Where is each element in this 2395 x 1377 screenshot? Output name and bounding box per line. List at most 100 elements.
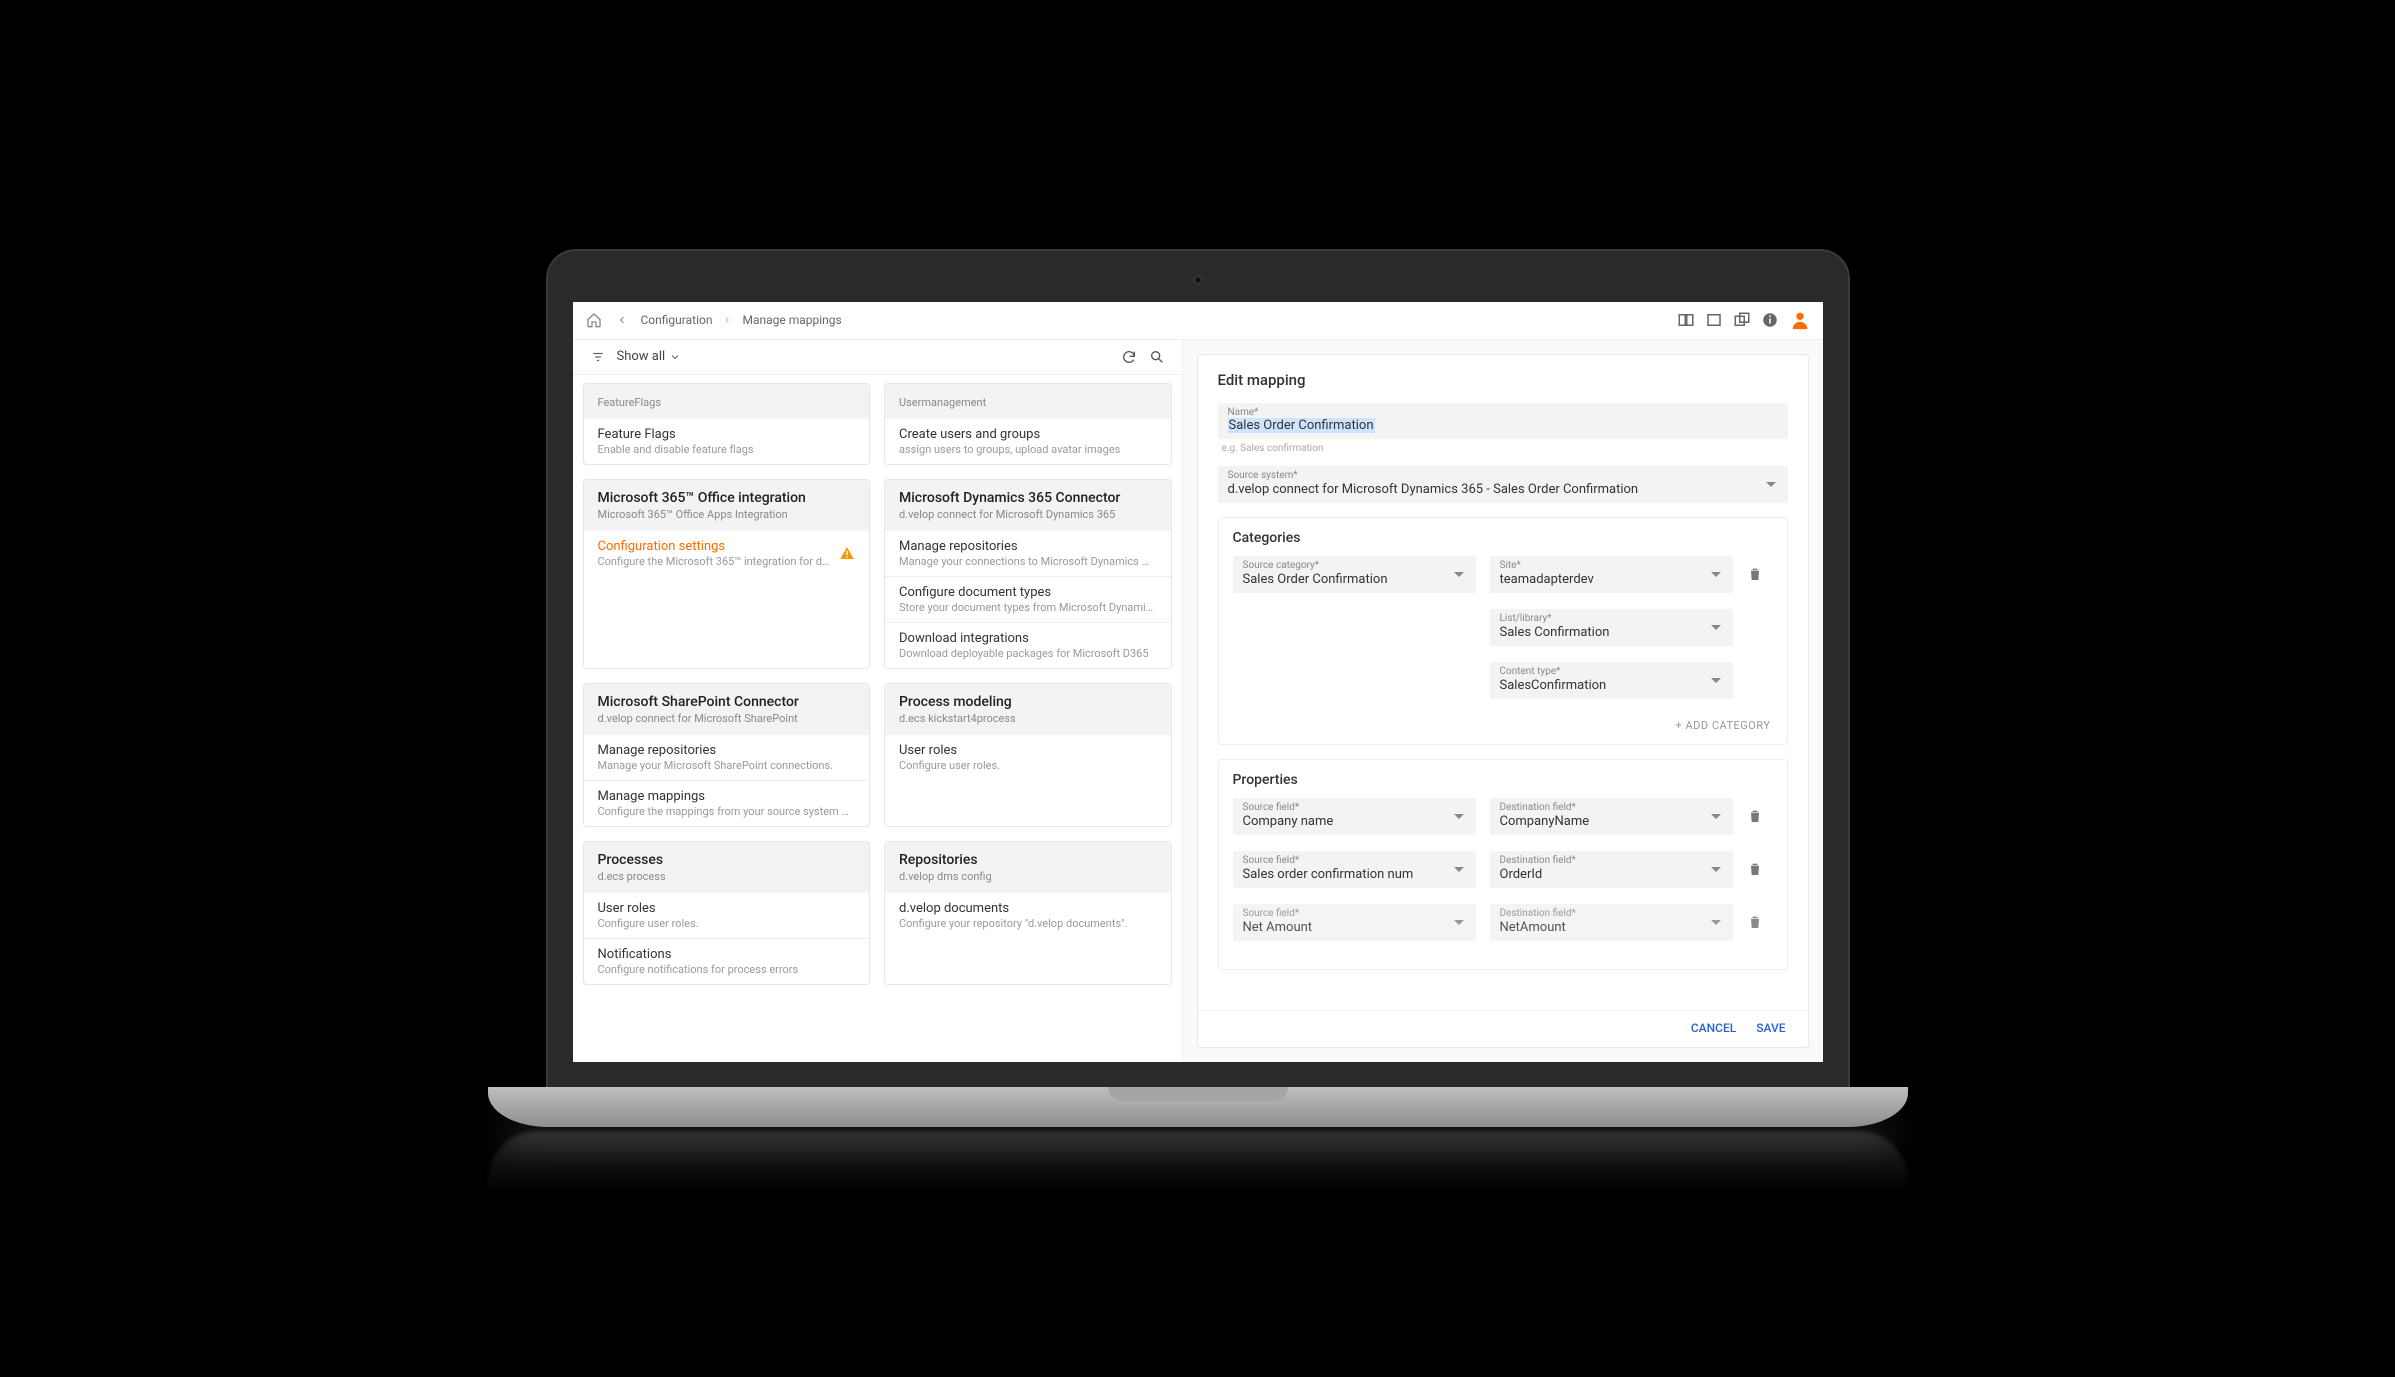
add-category-button[interactable]: + ADD CATEGORY: [1233, 715, 1773, 732]
delete-property-button[interactable]: [1747, 808, 1773, 824]
home-icon[interactable]: [585, 311, 603, 329]
properties-section: Properties Source field* Company name De…: [1218, 759, 1788, 970]
delete-property-button[interactable]: [1747, 861, 1773, 877]
card-repositories: Repositories d.velop dms config d.velop …: [884, 841, 1172, 985]
item-title: Manage repositories: [598, 743, 856, 758]
field-value: teamadapterdev: [1500, 572, 1723, 587]
source-field-1[interactable]: Source field* Sales order confirmation n…: [1233, 851, 1476, 888]
item-feature-flags[interactable]: Feature Flags Enable and disable feature…: [584, 419, 870, 464]
source-system-field[interactable]: Source system* d.velop connect for Micro…: [1218, 466, 1788, 503]
field-value: Company name: [1243, 814, 1466, 829]
chevron-down-icon: [669, 351, 681, 363]
card-subtitle: Microsoft 365™ Office Apps Integration: [598, 508, 856, 521]
card-subtitle: d.velop connect for Microsoft SharePoint: [598, 712, 856, 725]
refresh-icon[interactable]: [1120, 348, 1138, 366]
card-sharepoint: Microsoft SharePoint Connector d.velop c…: [583, 683, 871, 827]
item-manage-repositories-sp[interactable]: Manage repositories Manage your Microsof…: [584, 735, 870, 780]
card-subtitle: FeatureFlags: [598, 396, 856, 409]
card-title: Repositories: [899, 852, 1157, 868]
item-configuration-settings[interactable]: Configuration settings Configure the Mic…: [584, 531, 870, 576]
item-title: Notifications: [598, 947, 856, 962]
card-title: Processes: [598, 852, 856, 868]
item-user-roles-pm[interactable]: User roles Configure user roles.: [885, 735, 1171, 780]
destination-field-0[interactable]: Destination field* CompanyName: [1490, 798, 1733, 835]
destination-field-2[interactable]: Destination field* NetAmount: [1490, 904, 1733, 941]
field-label: Destination field*: [1500, 802, 1723, 813]
item-title: Manage mappings: [598, 789, 856, 804]
panel-title: Edit mapping: [1218, 371, 1788, 389]
filter-dropdown[interactable]: Show all: [617, 349, 682, 364]
info-icon[interactable]: [1761, 311, 1779, 329]
item-subtitle: Manage your connections to Microsoft Dyn…: [899, 555, 1157, 568]
card-title: Process modeling: [899, 694, 1157, 710]
item-notifications[interactable]: Notifications Configure notifications fo…: [584, 938, 870, 984]
breadcrumb-configuration[interactable]: Configuration: [641, 313, 713, 327]
window-icon[interactable]: [1705, 311, 1723, 329]
item-title: Download integrations: [899, 631, 1157, 646]
item-dvelop-documents[interactable]: d.velop documents Configure your reposit…: [885, 893, 1171, 938]
field-label: Source system*: [1228, 470, 1778, 481]
layout-icon[interactable]: [1677, 311, 1695, 329]
item-user-roles-proc[interactable]: User roles Configure user roles.: [584, 893, 870, 938]
card-usermanagement: Usermanagement Create users and groups a…: [884, 383, 1172, 465]
item-title: Create users and groups: [899, 427, 1157, 442]
source-category-field[interactable]: Source category* Sales Order Confirmatio…: [1233, 556, 1476, 593]
card-subtitle: d.velop connect for Microsoft Dynamics 3…: [899, 508, 1157, 521]
field-value: Sales Order Confirmation: [1243, 572, 1466, 587]
search-icon[interactable]: [1148, 348, 1166, 366]
source-field-2[interactable]: Source field* Net Amount: [1233, 904, 1476, 941]
filter-icon[interactable]: [589, 348, 607, 366]
content-type-field[interactable]: Content type* SalesConfirmation: [1490, 662, 1733, 699]
cancel-button[interactable]: CANCEL: [1691, 1021, 1736, 1035]
field-value: Sales Order Confirmation: [1229, 418, 1374, 433]
top-bar: Configuration Manage mappings: [573, 302, 1823, 340]
item-create-users[interactable]: Create users and groups assign users to …: [885, 419, 1171, 464]
card-title: Microsoft Dynamics 365 Connector: [899, 490, 1157, 506]
source-field-0[interactable]: Source field* Company name: [1233, 798, 1476, 835]
name-field[interactable]: Name* Sales Order Confirmation: [1218, 403, 1788, 439]
save-button[interactable]: SAVE: [1756, 1021, 1785, 1035]
item-title: User roles: [598, 901, 856, 916]
breadcrumb-manage-mappings[interactable]: Manage mappings: [742, 313, 841, 327]
field-label: Content type*: [1500, 666, 1723, 677]
field-label: Source field*: [1243, 855, 1466, 866]
item-subtitle: assign users to groups, upload avatar im…: [899, 443, 1157, 456]
item-configure-doc-types[interactable]: Configure document types Store your docu…: [885, 576, 1171, 622]
item-subtitle: Store your document types from Microsoft…: [899, 601, 1157, 614]
delete-category-button[interactable]: [1747, 566, 1773, 582]
field-value: SalesConfirmation: [1500, 678, 1723, 693]
card-feature-flags: FeatureFlags Feature Flags Enable and di…: [583, 383, 871, 465]
card-process-modeling: Process modeling d.ecs kickstart4process…: [884, 683, 1172, 827]
field-value: Sales Confirmation: [1500, 625, 1723, 640]
item-download-integrations[interactable]: Download integrations Download deployabl…: [885, 622, 1171, 668]
field-value: CompanyName: [1500, 814, 1723, 829]
item-subtitle: Configure the mappings from your source …: [598, 805, 856, 818]
item-title: Manage repositories: [899, 539, 1157, 554]
delete-property-button[interactable]: [1747, 914, 1773, 930]
item-subtitle: Configure your repository "d.velop docum…: [899, 917, 1157, 930]
item-manage-repositories[interactable]: Manage repositories Manage your connecti…: [885, 531, 1171, 576]
card-subtitle: d.ecs kickstart4process: [899, 712, 1157, 725]
section-title: Categories: [1233, 530, 1773, 546]
user-avatar-icon[interactable]: [1789, 309, 1811, 331]
detail-pane: Edit mapping Name* Sales Order Confirmat…: [1183, 340, 1823, 1062]
breadcrumb: Configuration Manage mappings: [641, 313, 842, 327]
back-icon[interactable]: [613, 311, 631, 329]
card-subtitle: Usermanagement: [899, 396, 1157, 409]
list-library-field[interactable]: List/library* Sales Confirmation: [1490, 609, 1733, 646]
item-title: Configuration settings: [598, 539, 856, 554]
popout-icon[interactable]: [1733, 311, 1751, 329]
item-title: User roles: [899, 743, 1157, 758]
card-title: Microsoft 365™ Office integration: [598, 490, 856, 506]
item-manage-mappings[interactable]: Manage mappings Configure the mappings f…: [584, 780, 870, 826]
item-title: Configure document types: [899, 585, 1157, 600]
destination-field-1[interactable]: Destination field* OrderId: [1490, 851, 1733, 888]
card-dynamics-365: Microsoft Dynamics 365 Connector d.velop…: [884, 479, 1172, 669]
site-field[interactable]: Site* teamadapterdev: [1490, 556, 1733, 593]
categories-section: Categories Source category* Sales Order …: [1218, 517, 1788, 745]
field-value: OrderId: [1500, 867, 1723, 882]
field-value: NetAmount: [1500, 920, 1723, 935]
field-value: Net Amount: [1243, 920, 1466, 935]
item-title: Feature Flags: [598, 427, 856, 442]
card-subtitle: d.ecs process: [598, 870, 856, 883]
